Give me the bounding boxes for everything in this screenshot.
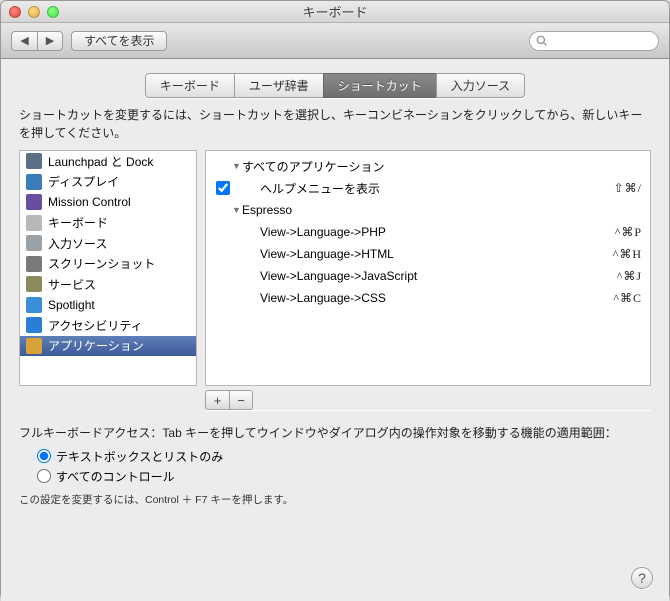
radio-input[interactable]: [37, 449, 51, 463]
shortcut-label: View->Language->PHP: [232, 225, 615, 239]
search-input[interactable]: [529, 31, 659, 51]
tab-strip: キーボードユーザ辞書ショートカット入力ソース: [19, 73, 651, 98]
forward-button[interactable]: ▶: [37, 31, 63, 51]
category-sidebar[interactable]: Launchpad と Dock ディスプレイ Mission Control キーボ…: [19, 150, 197, 386]
panes: Launchpad と Dock ディスプレイ Mission Control キーボ…: [19, 150, 651, 386]
add-button[interactable]: +: [205, 390, 229, 410]
shortcut-keys[interactable]: ^⌘C: [613, 291, 642, 306]
sidebar-item-5[interactable]: スクリーンショット: [20, 254, 196, 275]
sidebar-item-label: ディスプレイ: [48, 173, 119, 190]
category-icon: [26, 174, 42, 190]
instruction-text: ショートカットを変更するには、ショートカットを選択し、キーコンビネーションをクリ…: [19, 106, 651, 142]
shortcut-keys[interactable]: ^⌘J: [617, 269, 642, 284]
sidebar-item-3[interactable]: キーボード: [20, 213, 196, 234]
radio-input[interactable]: [37, 469, 51, 483]
sidebar-item-label: Spotlight: [48, 298, 95, 312]
sidebar-item-8[interactable]: アクセシビリティ: [20, 315, 196, 336]
content-area: キーボードユーザ辞書ショートカット入力ソース ショートカットを変更するには、ショ…: [1, 59, 669, 601]
shortcut-label: View->Language->HTML: [232, 247, 613, 261]
radio-option-0[interactable]: テキストボックスとリストのみ: [37, 446, 651, 466]
remove-button[interactable]: −: [229, 390, 253, 410]
category-icon: [26, 235, 42, 251]
minimize-icon[interactable]: [28, 6, 40, 18]
sidebar-item-label: アクセシビリティ: [48, 317, 143, 334]
sidebar-item-label: 入力ソース: [48, 235, 107, 252]
add-remove-buttons: + −: [205, 390, 651, 410]
category-icon: [26, 338, 42, 354]
radio-label: すべてのコントロール: [56, 468, 175, 485]
sidebar-item-1[interactable]: ディスプレイ: [20, 172, 196, 193]
help-button[interactable]: ?: [631, 567, 653, 589]
close-icon[interactable]: [9, 6, 21, 18]
toolbar: ◀ ▶ すべてを表示: [1, 23, 669, 59]
shortcut-row[interactable]: View->Language->CSS^⌘C: [206, 287, 650, 309]
radio-label: テキストボックスとリストのみ: [56, 448, 223, 465]
full-keyboard-options: テキストボックスとリストのみすべてのコントロール: [19, 446, 651, 486]
nav-buttons: ◀ ▶: [11, 31, 63, 51]
shortcut-row[interactable]: View->Language->JavaScript^⌘J: [206, 265, 650, 287]
sidebar-item-6[interactable]: サービス: [20, 274, 196, 295]
shortcut-checkbox[interactable]: [216, 181, 230, 195]
tab-1[interactable]: ユーザ辞書: [234, 73, 323, 98]
shortcut-keys[interactable]: ⇧⌘/: [614, 181, 642, 196]
category-icon: [26, 215, 42, 231]
full-keyboard-text: フルキーボードアクセス：Tab キーを押してウインドウやダイアログ内の操作対象を…: [19, 424, 651, 442]
show-all-button[interactable]: すべてを表示: [71, 31, 167, 51]
radio-option-1[interactable]: すべてのコントロール: [37, 466, 651, 486]
sidebar-item-label: スクリーンショット: [48, 255, 155, 272]
tab-0[interactable]: キーボード: [145, 73, 234, 98]
preferences-window: キーボード ◀ ▶ すべてを表示 キーボードユーザ辞書ショートカット入力ソース …: [0, 0, 670, 600]
shortcut-label: View->Language->JavaScript: [232, 269, 617, 283]
titlebar: キーボード: [1, 1, 669, 23]
shortcut-group[interactable]: ▼Espresso: [206, 199, 650, 221]
disclosure-icon: ▼: [232, 161, 242, 171]
tab-3[interactable]: 入力ソース: [436, 73, 525, 98]
back-button[interactable]: ◀: [11, 31, 37, 51]
shortcut-label: ヘルプメニューを表示: [232, 180, 614, 197]
category-icon: [26, 256, 42, 272]
traffic-lights: [1, 6, 59, 18]
sidebar-item-0[interactable]: Launchpad と Dock: [20, 151, 196, 172]
disclosure-icon: ▼: [232, 205, 242, 215]
full-keyboard-hint: この設定を変更するには、Control ＋ F7 キーを押します。: [19, 492, 651, 507]
shortcut-keys[interactable]: ^⌘P: [615, 225, 642, 240]
shortcut-list[interactable]: ▼すべてのアプリケーションヘルプメニューを表示⇧⌘/▼EspressoView-…: [205, 150, 651, 386]
shortcut-keys[interactable]: ^⌘H: [613, 247, 642, 262]
category-icon: [26, 194, 42, 210]
sidebar-item-label: キーボード: [48, 214, 108, 231]
sidebar-item-label: Mission Control: [48, 195, 131, 209]
tab-2[interactable]: ショートカット: [323, 73, 436, 98]
sidebar-item-2[interactable]: Mission Control: [20, 192, 196, 213]
category-icon: [26, 317, 42, 333]
category-icon: [26, 153, 42, 169]
sidebar-item-9[interactable]: アプリケーション: [20, 336, 196, 357]
sidebar-item-label: Launchpad と Dock: [48, 153, 153, 170]
shortcut-group[interactable]: ▼すべてのアプリケーション: [206, 155, 650, 177]
zoom-icon[interactable]: [47, 6, 59, 18]
shortcut-row[interactable]: View->Language->HTML^⌘H: [206, 243, 650, 265]
group-label: Espresso: [242, 203, 642, 217]
shortcut-row[interactable]: View->Language->PHP^⌘P: [206, 221, 650, 243]
search-icon: [536, 35, 548, 47]
sidebar-item-4[interactable]: 入力ソース: [20, 233, 196, 254]
shortcut-label: View->Language->CSS: [232, 291, 613, 305]
sidebar-item-label: アプリケーション: [48, 337, 144, 354]
sidebar-item-7[interactable]: Spotlight: [20, 295, 196, 316]
sidebar-item-label: サービス: [48, 276, 96, 293]
group-label: すべてのアプリケーション: [242, 158, 642, 175]
category-icon: [26, 276, 42, 292]
window-title: キーボード: [1, 2, 669, 21]
category-icon: [26, 297, 42, 313]
shortcut-row[interactable]: ヘルプメニューを表示⇧⌘/: [206, 177, 650, 199]
